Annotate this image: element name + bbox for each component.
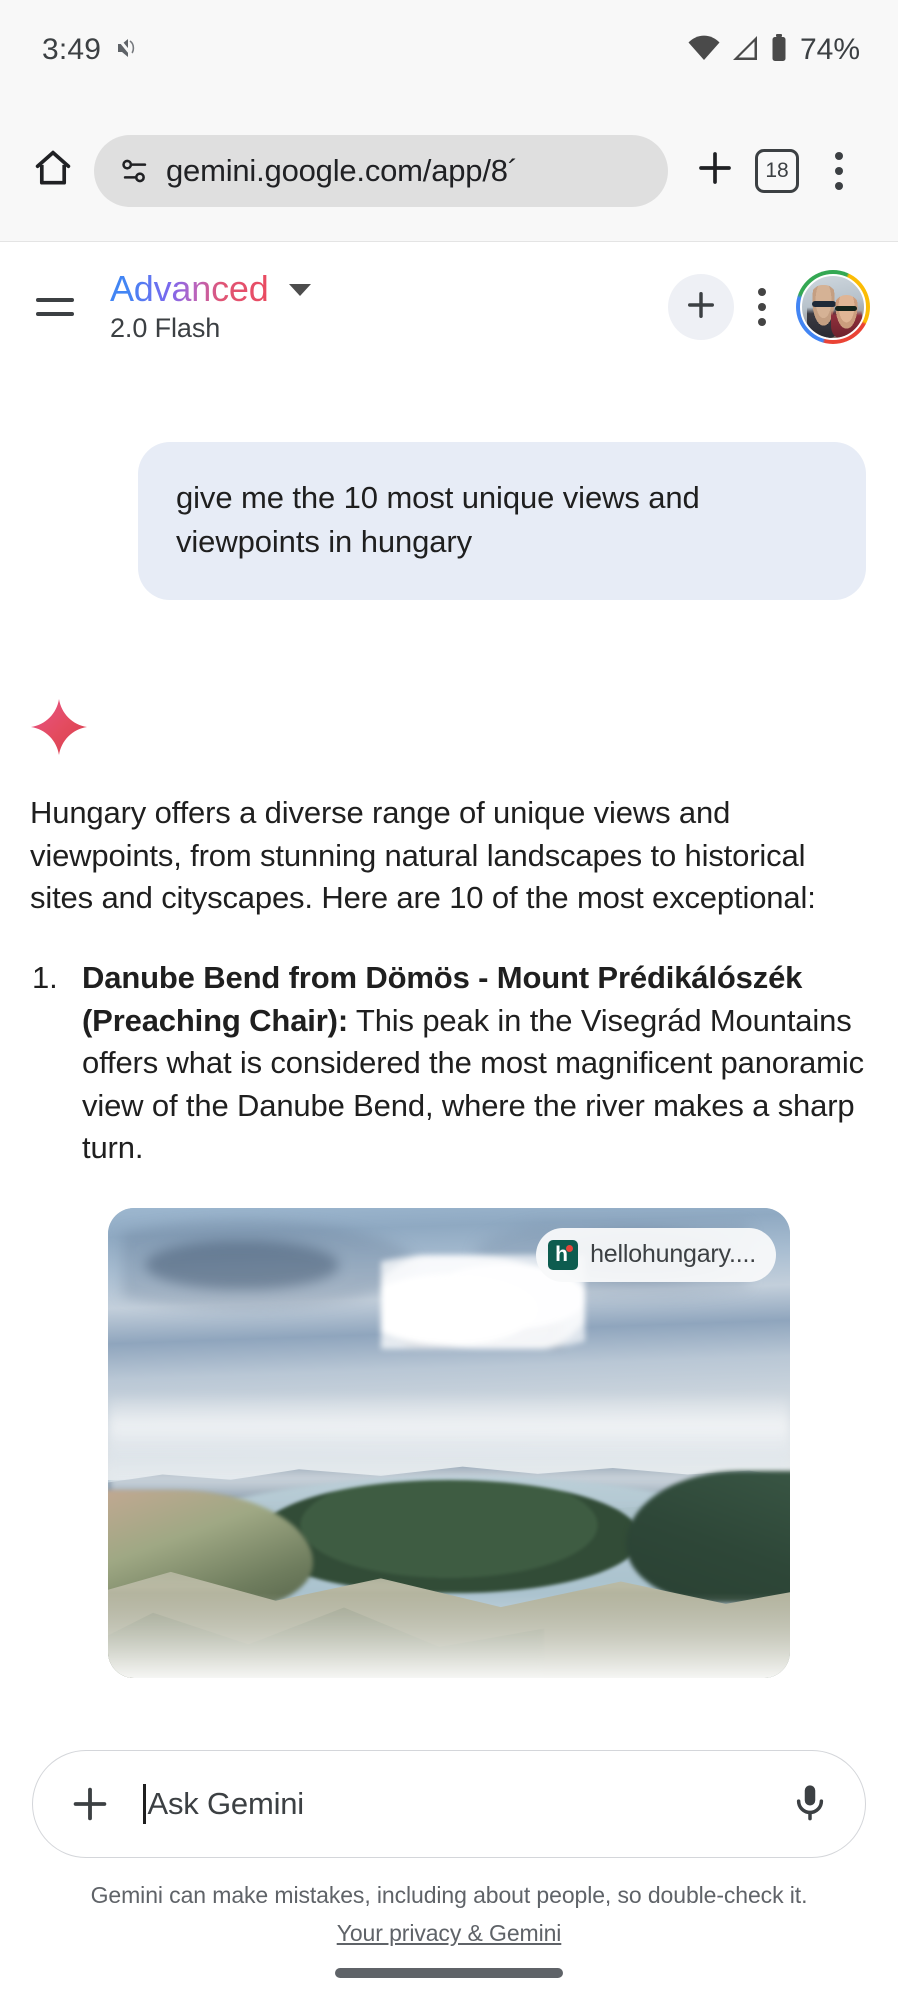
hamburger-menu-icon[interactable] <box>24 276 86 338</box>
sound-off-icon <box>115 35 137 66</box>
image-bottom-fade <box>108 1593 790 1678</box>
text-cursor <box>143 1784 146 1824</box>
address-bar[interactable]: gemini.google.com/app/8´ <box>94 134 668 207</box>
response-intro-paragraph: Hungary offers a diverse range of unique… <box>30 795 816 915</box>
tab-count-badge: 18 <box>755 148 799 193</box>
battery-percentage: 74% <box>799 33 860 66</box>
phone-screen: 3:49 74% gemini.google.com/app/8´ 18 Adv… <box>0 0 898 2000</box>
tab-switcher-button[interactable]: 18 <box>746 140 808 202</box>
home-button[interactable] <box>22 140 84 202</box>
hellohungary-favicon-icon: h <box>548 1239 579 1270</box>
status-bar-right: 74% <box>687 33 860 68</box>
cell-signal-icon <box>730 33 760 68</box>
prompt-placeholder: Ask Gemini <box>147 1786 305 1821</box>
avatar[interactable] <box>796 270 870 344</box>
plus-icon <box>683 287 719 328</box>
list-item-number: 1. <box>32 960 58 996</box>
wifi-icon <box>687 33 721 68</box>
microphone-icon <box>789 1781 831 1828</box>
disclaimer-text: Gemini can make mistakes, including abou… <box>90 1882 808 1908</box>
microphone-button[interactable] <box>789 1781 831 1828</box>
avatar-image <box>800 274 866 340</box>
model-version-label: 2.0 Flash <box>110 313 221 344</box>
gemini-sparkle-icon <box>28 696 90 758</box>
browser-toolbar: gemini.google.com/app/8´ 18 <box>0 100 898 242</box>
list-item: 1. Danube Bend from Dömös - Mount Prédik… <box>30 957 876 1169</box>
android-status-bar: 3:49 74% <box>0 0 898 100</box>
privacy-link[interactable]: Your privacy & Gemini <box>337 1916 562 1951</box>
home-gesture-bar[interactable] <box>335 1968 563 1978</box>
image-source-label: hellohungary.... <box>590 1240 756 1269</box>
composer-area: Ask Gemini Gemini can make mistakes, inc… <box>0 1728 898 2000</box>
attach-plus-icon[interactable] <box>67 1781 113 1827</box>
app-overflow-menu-button[interactable] <box>734 276 790 338</box>
battery-icon <box>769 33 789 68</box>
image-island-hill <box>258 1480 640 1594</box>
image-source-chip[interactable]: h hellohungary.... <box>536 1227 776 1282</box>
model-name-label: Advanced <box>110 267 269 309</box>
conversation-scroll-area[interactable]: give me the 10 most unique views and vie… <box>0 372 898 1730</box>
home-icon <box>32 147 74 194</box>
status-bar-left: 3:49 <box>42 33 137 67</box>
response-ordered-list: 1. Danube Bend from Dömös - Mount Prédik… <box>30 957 876 1169</box>
plus-icon <box>694 147 736 194</box>
prompt-input-bar[interactable]: Ask Gemini <box>32 1750 866 1858</box>
new-tab-button[interactable] <box>684 140 746 202</box>
site-settings-icon[interactable] <box>118 154 152 188</box>
favicon-accent-dot <box>566 1244 574 1252</box>
gemini-app-header: Advanced 2.0 Flash <box>0 242 898 372</box>
prompt-input-field[interactable]: Ask Gemini <box>143 1784 773 1824</box>
footer-disclaimer-block: Gemini can make mistakes, including abou… <box>0 1878 898 1950</box>
chevron-down-icon <box>288 284 311 297</box>
browser-menu-button[interactable] <box>808 140 870 202</box>
address-bar-url: gemini.google.com/app/8´ <box>166 152 518 188</box>
kebab-menu-icon <box>835 151 843 190</box>
new-chat-button[interactable] <box>668 274 734 340</box>
user-message-bubble: give me the 10 most unique views and vie… <box>138 442 866 601</box>
response-image-card[interactable]: h hellohungary.... <box>108 1207 790 1678</box>
model-selector[interactable]: Advanced 2.0 Flash <box>110 267 668 345</box>
model-selector-row: Advanced <box>110 267 668 309</box>
status-clock: 3:49 <box>42 33 102 66</box>
list-item-text: Danube Bend from Dömös - Mount Prédikáló… <box>82 957 876 1169</box>
